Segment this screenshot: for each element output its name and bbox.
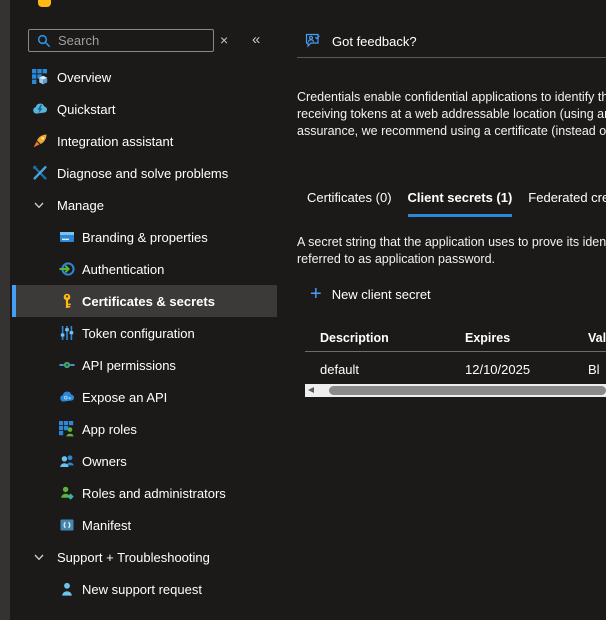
sidebar-item-expose-an-api[interactable]: Expose an API [10, 381, 283, 413]
sidebar-item-quickstart[interactable]: Quickstart [10, 93, 283, 125]
description-line: A secret string that the application use… [297, 234, 606, 251]
manifest-icon [59, 517, 75, 533]
sidebar-item-token-configuration[interactable]: Token configuration [10, 317, 283, 349]
sidebar-item-app-roles[interactable]: App roles [10, 413, 283, 445]
sidebar-item-label: New support request [82, 582, 202, 597]
sidebar-item-authentication[interactable]: Authentication [10, 253, 283, 285]
description-line: referred to as application password. [297, 251, 606, 268]
sidebar-item-manifest[interactable]: Manifest [10, 509, 283, 541]
sidebar-item-owners[interactable]: Owners [10, 445, 283, 477]
authentication-icon [59, 261, 75, 277]
search-box[interactable] [28, 29, 214, 52]
column-header-description: Description [320, 331, 389, 345]
search-icon [37, 34, 51, 48]
sidebar-item-label: Diagnose and solve problems [57, 166, 228, 181]
tab-federated-credentials[interactable]: Federated credentials [528, 190, 606, 217]
sidebar-item-branding-properties[interactable]: Branding & properties [10, 221, 283, 253]
got-feedback-button[interactable]: Got feedback? [305, 31, 417, 51]
sidebar-item-label: Overview [57, 70, 111, 85]
chevron-down-icon [33, 197, 45, 213]
sidebar-item-label: Authentication [82, 262, 164, 277]
sidebar: × « [10, 0, 283, 620]
blade-title-key-icon [38, 0, 51, 7]
sidebar-group-label: Support + Troubleshooting [57, 550, 210, 565]
rocket-icon [32, 133, 48, 149]
main-content: Got feedback? Credentials enable confide… [283, 0, 606, 620]
sliders-icon [59, 325, 75, 341]
sidebar-item-label: Manifest [82, 518, 131, 533]
sidebar-item-label: Roles and administrators [82, 486, 226, 501]
sidebar-group-manage[interactable]: Manage [10, 189, 283, 221]
sidebar-item-label: Integration assistant [57, 134, 173, 149]
feedback-icon [305, 33, 323, 49]
chevron-down-icon [33, 549, 45, 565]
cell-value: Bl [588, 362, 600, 377]
table-header-divider [305, 351, 606, 352]
api-permissions-icon [59, 357, 75, 373]
background-blade-edge [0, 0, 10, 620]
tab-certificates[interactable]: Certificates (0) [307, 190, 392, 217]
owners-icon [59, 453, 75, 469]
app-roles-icon [59, 421, 75, 437]
intro-line: receiving tokens at a web addressable lo… [297, 106, 606, 123]
sidebar-group-label: Manage [57, 198, 104, 213]
clear-search-button[interactable]: × [220, 33, 228, 47]
sidebar-item-api-permissions[interactable]: API permissions [10, 349, 283, 381]
intro-line: Credentials enable confidential applicat… [297, 89, 606, 106]
tools-icon [32, 165, 48, 181]
quickstart-icon [32, 101, 48, 117]
expose-api-icon [59, 389, 75, 405]
scrollbar-thumb[interactable] [329, 386, 606, 395]
intro-line: assurance, we recommend using a certific… [297, 123, 606, 140]
search-input[interactable] [58, 33, 205, 48]
sidebar-item-integration-assistant[interactable]: Integration assistant [10, 125, 283, 157]
roles-administrators-icon [59, 485, 75, 501]
branding-icon [59, 229, 75, 245]
toolbar-divider [297, 57, 606, 58]
sidebar-group-support-troubleshooting[interactable]: Support + Troubleshooting [10, 541, 283, 573]
sidebar-item-label: Token configuration [82, 326, 195, 341]
sidebar-item-label: Quickstart [57, 102, 116, 117]
feedback-label: Got feedback? [332, 34, 417, 49]
sidebar-item-label: Certificates & secrets [82, 294, 215, 309]
column-header-value: Value [588, 331, 606, 345]
cell-description: default [320, 362, 359, 377]
sidebar-nav: Overview Quickstart [10, 61, 283, 605]
client-secret-description: A secret string that the application use… [297, 234, 606, 268]
sidebar-item-label: Owners [82, 454, 127, 469]
scroll-left-arrow-icon[interactable] [308, 387, 314, 393]
sidebar-item-new-support-request[interactable]: New support request [10, 573, 283, 605]
app-root: × « [0, 0, 606, 620]
credentials-intro-text: Credentials enable confidential applicat… [297, 89, 606, 140]
plus-icon: + [310, 286, 322, 302]
sidebar-item-roles-and-administrators[interactable]: Roles and administrators [10, 477, 283, 509]
new-client-secret-button[interactable]: + New client secret [310, 283, 431, 305]
new-client-secret-label: New client secret [332, 287, 431, 302]
collapse-sidebar-button[interactable]: « [252, 32, 259, 47]
overview-icon [32, 69, 48, 85]
key-icon [59, 293, 75, 309]
sidebar-item-overview[interactable]: Overview [10, 61, 283, 93]
tab-client-secrets[interactable]: Client secrets (1) [408, 190, 513, 217]
column-header-expires: Expires [465, 331, 510, 345]
sidebar-item-label: Expose an API [82, 390, 167, 405]
person-icon [59, 581, 75, 597]
horizontal-scrollbar[interactable] [305, 384, 606, 397]
sidebar-item-diagnose-and-solve-problems[interactable]: Diagnose and solve problems [10, 157, 283, 189]
cell-expires: 12/10/2025 [465, 362, 530, 377]
sidebar-item-certificates-secrets[interactable]: Certificates & secrets [12, 285, 277, 317]
sidebar-item-label: API permissions [82, 358, 176, 373]
tab-bar: Certificates (0) Client secrets (1) Fede… [307, 190, 606, 217]
sidebar-item-label: Branding & properties [82, 230, 208, 245]
sidebar-item-label: App roles [82, 422, 137, 437]
